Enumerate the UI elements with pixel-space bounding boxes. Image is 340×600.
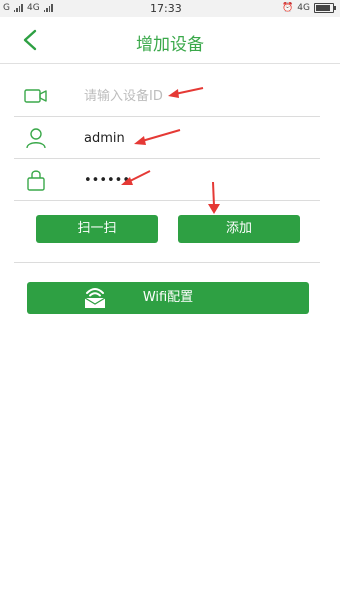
wifi-config-button[interactable]: Wifi配置 xyxy=(27,282,309,314)
title-bar: 增加设备 xyxy=(0,17,340,64)
password-input[interactable] xyxy=(84,168,304,192)
divider xyxy=(14,262,320,263)
user-icon xyxy=(26,128,46,149)
annotation-arrow-icon xyxy=(168,87,204,98)
wifi-config-label: Wifi配置 xyxy=(142,290,194,305)
status-bar: G 4G 17:33 ⏰ 4G xyxy=(0,0,340,17)
annotation-arrow-icon xyxy=(208,181,220,214)
status-right: ⏰ 4G xyxy=(282,3,336,13)
network-type-label: 4G xyxy=(26,3,40,13)
signal-icon xyxy=(13,4,23,12)
annotation-arrow-icon xyxy=(121,170,151,185)
annotation-arrow-icon xyxy=(134,129,181,145)
alarm-icon: ⏰ xyxy=(282,3,294,13)
battery-fill xyxy=(316,5,331,11)
carrier-label: G xyxy=(3,3,10,13)
lock-icon xyxy=(27,170,45,191)
clock: 17:33 xyxy=(150,2,182,15)
camera-icon xyxy=(24,89,47,103)
scan-button[interactable]: 扫一扫 xyxy=(36,215,158,243)
username-input[interactable] xyxy=(84,126,304,150)
password-row xyxy=(14,160,320,201)
page-title: 增加设备 xyxy=(136,35,204,55)
add-button[interactable]: 添加 xyxy=(178,215,300,243)
wifi-envelope-icon xyxy=(84,288,106,308)
network-label: 4G xyxy=(297,3,310,13)
battery-icon xyxy=(314,3,336,13)
status-left: G 4G xyxy=(3,3,53,13)
signal-icon-2 xyxy=(43,4,53,12)
